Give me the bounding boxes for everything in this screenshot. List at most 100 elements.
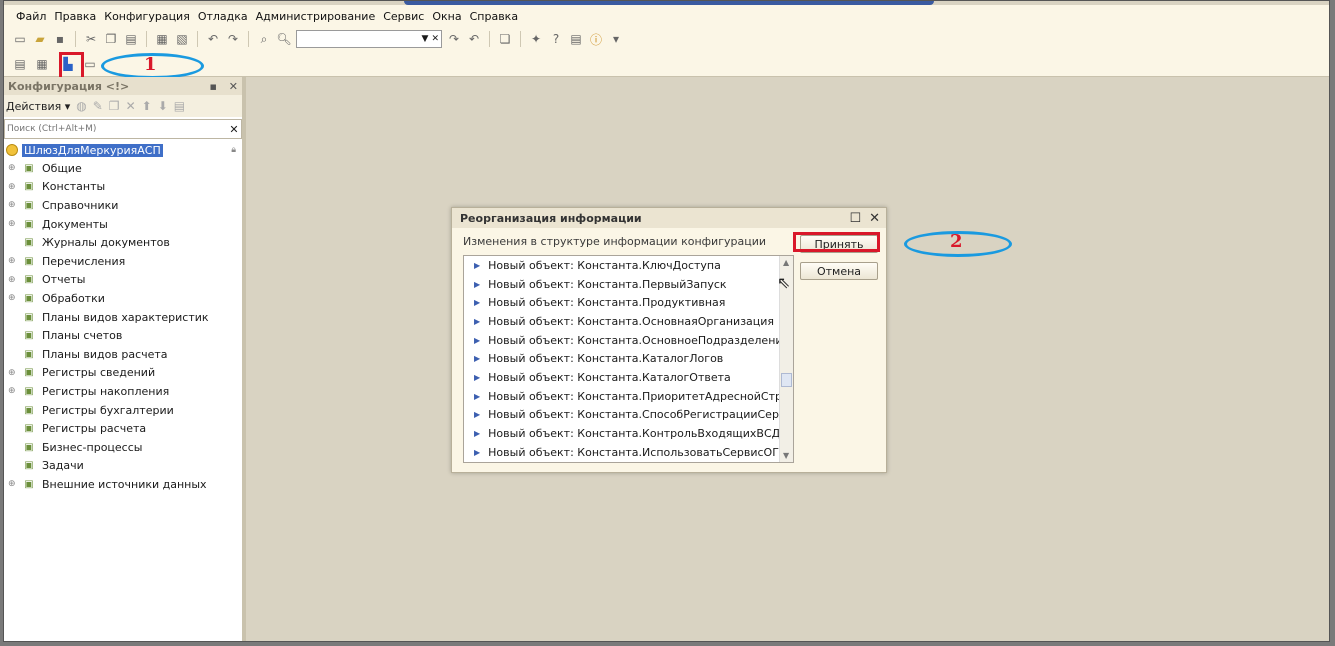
expand-icon[interactable]: ⊕: [8, 293, 18, 303]
move-up-icon[interactable]: ⬆: [142, 99, 152, 113]
tree-item[interactable]: ⊕ ▣ Общие: [4, 159, 242, 178]
menu-help[interactable]: Справка: [470, 10, 518, 23]
edit-icon[interactable]: ✎: [93, 99, 103, 113]
close-icon[interactable]: ✕: [229, 80, 238, 93]
list-item[interactable]: ▶ Новый объект: Константа.ОсновноеПодразд…: [464, 331, 793, 350]
tree-item[interactable]: ▣ Планы видов расчета: [4, 345, 242, 364]
expand-icon[interactable]: ⊕: [8, 219, 18, 229]
copy-icon[interactable]: ❐: [103, 31, 119, 47]
expand-icon[interactable]: ⊕: [8, 256, 18, 266]
expand-arrow-icon[interactable]: ▶: [474, 336, 480, 345]
redo-icon[interactable]: ↷: [225, 31, 241, 47]
close-icon[interactable]: ✕: [869, 211, 880, 226]
paste-icon[interactable]: ▤: [123, 31, 139, 47]
search-combo[interactable]: ▼ ✕: [296, 30, 442, 48]
find-in-files-icon[interactable]: ⌕: [256, 31, 272, 47]
tree-item[interactable]: ▣ Регистры бухгалтерии: [4, 401, 242, 420]
print-preview-icon[interactable]: ▧: [174, 31, 190, 47]
tree-item[interactable]: ▣ Регистры расчета: [4, 419, 242, 438]
open-config-icon[interactable]: ▤: [12, 56, 28, 72]
tree-item[interactable]: ⊕ ▣ Отчеты: [4, 271, 242, 290]
tree-item[interactable]: ⊕ ▣ Документы: [4, 215, 242, 234]
chevron-down-icon[interactable]: ▼: [422, 34, 429, 44]
clear-icon[interactable]: ✕: [431, 34, 439, 44]
list-item[interactable]: ▶ Новый объект: Константа.ПервыйЗапуск: [464, 275, 793, 294]
compare-config-icon[interactable]: ▭: [82, 56, 98, 72]
list-item[interactable]: ▶ Новый объект: Константа.ОсновнаяОрганиз…: [464, 312, 793, 331]
menu-file[interactable]: Файл: [16, 10, 46, 23]
menu-edit[interactable]: Правка: [54, 10, 96, 23]
tree-item[interactable]: ⊕ ▣ Справочники: [4, 196, 242, 215]
expand-arrow-icon[interactable]: ▶: [474, 448, 480, 457]
toolbar-options-icon[interactable]: ▾: [608, 31, 624, 47]
add-icon[interactable]: ◍: [76, 99, 86, 113]
list-item[interactable]: ▶ Новый объект: Константа.ПриоритетАдресн…: [464, 387, 793, 406]
find-previous-icon[interactable]: ↶: [466, 31, 482, 47]
cut-icon[interactable]: ✂: [83, 31, 99, 47]
expand-arrow-icon[interactable]: ▶: [474, 298, 480, 307]
windows-icon[interactable]: ❏: [497, 31, 513, 47]
expand-arrow-icon[interactable]: ▶: [474, 280, 480, 289]
find-icon[interactable]: 🔍︎: [276, 31, 292, 47]
list-item[interactable]: ▶ Новый объект: Константа.СпособРегистрац…: [464, 406, 793, 425]
find-next-icon[interactable]: ↷: [446, 31, 462, 47]
menu-configuration[interactable]: Конфигурация: [104, 10, 190, 23]
expand-icon[interactable]: ⊕: [8, 200, 18, 210]
list-item[interactable]: ▶ Новый объект: Константа.КлючДоступа: [464, 256, 793, 275]
tree-item[interactable]: ▣ Журналы документов: [4, 233, 242, 252]
db-config-icon[interactable]: ▦: [34, 56, 50, 72]
tree-item[interactable]: ⊕ ▣ Перечисления: [4, 252, 242, 271]
menu-windows[interactable]: Окна: [432, 10, 461, 23]
tree-item[interactable]: ⊕ ▣ Обработки: [4, 289, 242, 308]
tree-item[interactable]: ⊕ ▣ Регистры сведений: [4, 364, 242, 383]
expand-arrow-icon[interactable]: ▶: [474, 429, 480, 438]
open-folder-icon[interactable]: ▰: [32, 31, 48, 47]
tree-item[interactable]: ⊕ ▣ Константы: [4, 178, 242, 197]
tree-item[interactable]: ▣ Задачи: [4, 457, 242, 476]
move-down-icon[interactable]: ⬇: [158, 99, 168, 113]
clear-search-icon[interactable]: ✕: [227, 123, 241, 136]
actions-menu[interactable]: Действия ▾: [6, 100, 70, 113]
pin-icon[interactable]: ▪: [209, 80, 216, 93]
undo-icon[interactable]: ↶: [205, 31, 221, 47]
scroll-up-icon[interactable]: ▲: [783, 258, 789, 267]
cancel-button[interactable]: Отмена: [800, 262, 878, 280]
tree-item[interactable]: ⊕ ▣ Регистры накопления: [4, 382, 242, 401]
list-item[interactable]: ▶ Новый объект: Константа.Продуктивная: [464, 293, 793, 312]
tree-item[interactable]: ▣ Планы видов характеристик: [4, 308, 242, 327]
expand-icon[interactable]: ⊕: [8, 163, 18, 173]
list-item[interactable]: ▶ Новый объект: Константа.КаталогЛогов: [464, 349, 793, 368]
syntax-assistant-icon[interactable]: ✦: [528, 31, 544, 47]
new-document-icon[interactable]: ▭: [12, 31, 28, 47]
expand-icon[interactable]: ⊕: [8, 182, 18, 192]
expand-arrow-icon[interactable]: ▶: [474, 373, 480, 382]
changes-list[interactable]: ▶ Новый объект: Константа.КлючДоступа ▶ Нов…: [463, 255, 794, 463]
menu-service[interactable]: Сервис: [383, 10, 424, 23]
copy-icon[interactable]: ❐: [109, 99, 120, 113]
tree-item[interactable]: ▣ Бизнес-процессы: [4, 438, 242, 457]
help-contents-icon[interactable]: ▤: [568, 31, 584, 47]
expand-icon[interactable]: ⊕: [8, 368, 18, 378]
expand-arrow-icon[interactable]: ▶: [474, 354, 480, 363]
expand-icon[interactable]: ⊕: [8, 386, 18, 396]
save-icon[interactable]: ▪: [52, 31, 68, 47]
maximize-icon[interactable]: ☐: [849, 211, 861, 226]
help-context-icon[interactable]: ?: [548, 31, 564, 47]
expand-arrow-icon[interactable]: ▶: [474, 317, 480, 326]
info-icon[interactable]: ⓘ: [588, 31, 604, 47]
menu-debug[interactable]: Отладка: [198, 10, 248, 23]
expand-arrow-icon[interactable]: ▶: [474, 410, 480, 419]
tree-item[interactable]: ⊕ ▣ Внешние источники данных: [4, 475, 242, 494]
tree-search-input[interactable]: [5, 124, 227, 134]
list-item[interactable]: ▶ Новый объект: Константа.ИспользоватьСер…: [464, 443, 793, 462]
expand-arrow-icon[interactable]: ▶: [474, 261, 480, 270]
menu-administration[interactable]: Администрирование: [256, 10, 376, 23]
tree-root[interactable]: ШлюзДляМеркурияАСП 🔒︎: [4, 141, 242, 159]
list-item[interactable]: ▶ Новый объект: Константа.КаталогОтвета: [464, 368, 793, 387]
scroll-thumb[interactable]: [781, 373, 792, 387]
scroll-down-icon[interactable]: ▼: [783, 451, 789, 460]
expand-arrow-icon[interactable]: ▶: [474, 392, 480, 401]
sort-icon[interactable]: ▤: [174, 99, 185, 113]
tree-item[interactable]: ▣ Планы счетов: [4, 326, 242, 345]
expand-icon[interactable]: ⊕: [8, 479, 18, 489]
